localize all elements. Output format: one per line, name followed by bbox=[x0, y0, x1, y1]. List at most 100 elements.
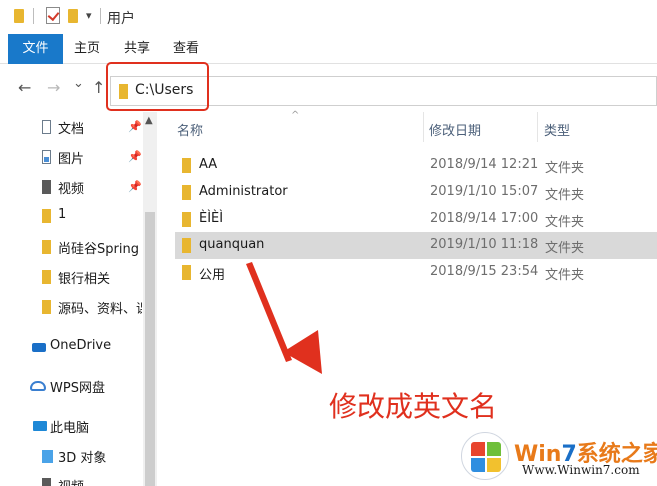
sidebar-item-onedrive[interactable]: OneDrive bbox=[0, 332, 143, 362]
folder-icon bbox=[42, 270, 51, 284]
wps-cloud-icon bbox=[30, 381, 46, 391]
sidebar-item-3d-objects[interactable]: 3D 对象 bbox=[0, 441, 143, 471]
file-name: quanquan bbox=[199, 237, 265, 252]
folder-icon bbox=[182, 212, 191, 227]
properties-checkmark-icon[interactable] bbox=[46, 7, 60, 24]
forward-button[interactable]: → bbox=[47, 78, 60, 97]
toolbar-divider bbox=[33, 8, 34, 24]
logo-pane bbox=[471, 442, 485, 456]
sidebar-item-pictures[interactable]: 图片 📌 bbox=[0, 142, 143, 172]
sidebar-item-videos-pc[interactable]: 视频 bbox=[0, 470, 143, 486]
file-date: 2018/9/14 17:00 bbox=[430, 211, 539, 226]
file-type: 文件夹 bbox=[545, 215, 585, 230]
file-date: 2018/9/15 23:54 bbox=[430, 264, 539, 279]
file-date: 2019/1/10 15:07 bbox=[430, 184, 539, 199]
tab-share[interactable]: 共享 bbox=[117, 34, 157, 64]
file-type: 文件夹 bbox=[545, 268, 585, 283]
folder-icon bbox=[182, 238, 191, 253]
annotation-text: 修改成英文名 bbox=[329, 390, 498, 423]
navigation-pane: 文档 📌 图片 📌 视频 📌 1 尚硅谷Spring Bo 银行相关 源码、资料… bbox=[0, 112, 157, 486]
column-divider[interactable] bbox=[423, 112, 424, 142]
sidebar-item-label: 尚硅谷Spring Bo bbox=[58, 242, 142, 257]
file-type: 文件夹 bbox=[545, 161, 585, 176]
sidebar-item-folder-1[interactable]: 1 bbox=[0, 201, 143, 231]
tab-home[interactable]: 主页 bbox=[67, 34, 107, 64]
logo-pane bbox=[487, 458, 501, 472]
logo-pane bbox=[487, 442, 501, 456]
highlight-box bbox=[106, 62, 209, 111]
file-type: 文件夹 bbox=[545, 241, 585, 256]
column-header-name[interactable]: 名称 bbox=[177, 120, 203, 139]
sidebar-item-label: 视频 bbox=[58, 182, 85, 197]
recent-locations-button[interactable]: ⌄ bbox=[73, 76, 84, 91]
document-icon bbox=[42, 120, 51, 134]
sidebar-item-label: WPS网盘 bbox=[50, 381, 105, 396]
watermark-url: Www.Winwin7.com bbox=[522, 463, 640, 477]
sidebar-item-label: 文档 bbox=[58, 122, 85, 137]
sort-ascending-icon: ^ bbox=[291, 110, 300, 121]
logo-pane bbox=[471, 458, 485, 472]
title-bar: ▾ 用户 bbox=[0, 0, 657, 34]
column-header-type[interactable]: 类型 bbox=[544, 120, 570, 139]
tab-file[interactable]: 文件 bbox=[8, 34, 63, 64]
new-folder-icon[interactable] bbox=[68, 9, 78, 23]
sidebar-item-label: 1 bbox=[58, 207, 67, 222]
folder-icon bbox=[182, 185, 191, 200]
column-divider[interactable] bbox=[537, 112, 538, 142]
folder-icon bbox=[14, 9, 24, 23]
folder-icon bbox=[42, 209, 51, 223]
pin-icon[interactable]: 📌 bbox=[128, 150, 142, 163]
3d-objects-icon bbox=[42, 450, 53, 463]
file-name: Administrator bbox=[199, 184, 288, 199]
table-row[interactable]: Administrator 2019/1/10 15:07 文件夹 bbox=[175, 179, 657, 206]
sidebar-item-videos[interactable]: 视频 📌 bbox=[0, 172, 143, 202]
file-name: AA bbox=[199, 157, 218, 172]
file-name: 公用 bbox=[199, 268, 226, 283]
navigation-bar: ← → ⌄ ↑ C:\Users bbox=[0, 64, 657, 112]
ribbon-tabs: 文件 主页 共享 查看 bbox=[0, 34, 657, 64]
sidebar-item-label: 3D 对象 bbox=[58, 451, 107, 466]
pictures-icon bbox=[42, 150, 51, 164]
file-date: 2018/9/14 12:21 bbox=[430, 157, 539, 172]
file-list: ^ 名称 修改日期 类型 AA 2018/9/14 12:21 文件夹 Admi… bbox=[157, 110, 657, 486]
this-pc-icon bbox=[33, 421, 47, 431]
pin-icon[interactable]: 📌 bbox=[128, 120, 142, 133]
sidebar-item-documents[interactable]: 文档 📌 bbox=[0, 112, 143, 142]
up-button[interactable]: ↑ bbox=[92, 78, 105, 97]
sidebar-item-label: 视频 bbox=[58, 476, 84, 486]
table-row[interactable]: ÈÌÈÌ 2018/9/14 17:00 文件夹 bbox=[175, 206, 657, 233]
tab-view[interactable]: 查看 bbox=[166, 34, 206, 64]
sidebar-item-label: OneDrive bbox=[50, 338, 112, 353]
back-button[interactable]: ← bbox=[18, 78, 31, 97]
table-row[interactable]: AA 2018/9/14 12:21 文件夹 bbox=[175, 152, 657, 179]
table-row[interactable]: 公用 2018/9/15 23:54 文件夹 bbox=[175, 259, 657, 286]
scrollbar-thumb[interactable] bbox=[145, 212, 155, 486]
windows-logo-icon bbox=[461, 432, 509, 480]
sidebar-scrollbar[interactable]: ▲ bbox=[143, 112, 157, 486]
sidebar-item-label: 银行相关 bbox=[58, 272, 111, 287]
sidebar-item-spring-boot[interactable]: 尚硅谷Spring Bo bbox=[0, 232, 143, 262]
pin-icon[interactable]: 📌 bbox=[128, 180, 142, 193]
sidebar-item-this-pc[interactable]: 此电脑 bbox=[0, 411, 143, 441]
folder-icon bbox=[42, 240, 51, 254]
video-icon bbox=[42, 478, 51, 486]
onedrive-icon bbox=[32, 343, 46, 352]
sidebar-item-label: 图片 bbox=[58, 152, 85, 167]
column-header-date[interactable]: 修改日期 bbox=[429, 120, 481, 139]
sidebar-item-label: 此电脑 bbox=[50, 421, 90, 436]
video-icon bbox=[42, 180, 51, 194]
scroll-up-arrow-icon[interactable]: ▲ bbox=[145, 115, 153, 126]
sidebar-item-bank[interactable]: 银行相关 bbox=[0, 262, 143, 292]
toolbar-divider bbox=[100, 8, 101, 24]
file-type: 文件夹 bbox=[545, 188, 585, 203]
folder-icon bbox=[182, 158, 191, 173]
folder-icon bbox=[182, 265, 191, 280]
folder-icon bbox=[42, 300, 51, 314]
file-name: ÈÌÈÌ bbox=[199, 211, 224, 226]
quick-access-dropdown[interactable]: ▾ bbox=[86, 9, 92, 22]
sidebar-item-source-materials[interactable]: 源码、资料、课件 bbox=[0, 292, 143, 322]
file-date: 2019/1/10 11:18 bbox=[430, 237, 539, 252]
table-row[interactable]: quanquan 2019/1/10 11:18 文件夹 bbox=[175, 232, 657, 259]
window-title: 用户 bbox=[107, 11, 135, 27]
sidebar-item-wps-cloud[interactable]: WPS网盘 bbox=[0, 371, 143, 401]
